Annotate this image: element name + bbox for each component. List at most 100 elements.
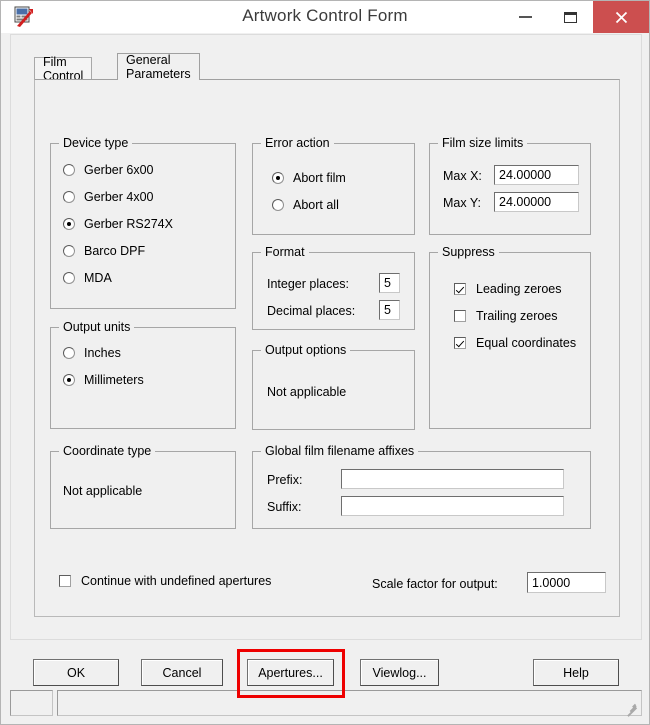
decimal-places-input[interactable]: 5 — [379, 300, 400, 320]
integer-places-label: Integer places: — [267, 277, 349, 291]
checkbox-trailing-zeroes-label: Trailing zeroes — [476, 309, 558, 323]
radio-gerber-6x00[interactable]: Gerber 6x00 — [63, 163, 153, 177]
max-y-input[interactable]: 24.00000 — [494, 192, 579, 212]
film-size-limits-group: Film size limits Max X: 24.00000 Max Y: … — [429, 136, 591, 235]
radio-barco-dpf[interactable]: Barco DPF — [63, 244, 145, 258]
radio-mda-label: MDA — [84, 271, 112, 285]
checkbox-equal-coordinates-label: Equal coordinates — [476, 336, 577, 350]
radio-gerber-rs274x[interactable]: Gerber RS274X — [63, 217, 173, 231]
cancel-button-label: Cancel — [162, 665, 202, 680]
coordinate-type-group: Coordinate type Not applicable — [50, 444, 236, 529]
maximize-button[interactable] — [548, 1, 593, 33]
output-options-value: Not applicable — [267, 385, 347, 399]
radio-gerber-4x00-indicator — [63, 191, 75, 203]
radio-millimeters-label: Millimeters — [84, 373, 144, 387]
checkbox-continue-undefined-apertures-indicator — [59, 575, 71, 587]
tab-general-parameters[interactable]: General Parameters — [117, 53, 200, 81]
resize-grip-icon[interactable] — [625, 700, 639, 717]
radio-inches-label: Inches — [84, 346, 121, 360]
prefix-input[interactable] — [341, 469, 564, 489]
radio-barco-dpf-label: Barco DPF — [84, 244, 146, 258]
tab-general-parameters-label: General Parameters — [126, 53, 191, 81]
device-type-title: Device type — [59, 136, 133, 150]
max-y-label: Max Y: — [443, 196, 481, 210]
artwork-control-form-window: Artwork Control Form Film Control Genera… — [0, 0, 650, 725]
format-group: Format Integer places: 5 Decimal places:… — [252, 245, 415, 330]
integer-places-input[interactable]: 5 — [379, 273, 400, 293]
dialog-client-area: Film Control General Parameters Device t… — [10, 34, 642, 640]
ok-button-label: OK — [66, 665, 86, 680]
radio-millimeters[interactable]: Millimeters — [63, 373, 144, 387]
radio-mda-indicator — [63, 272, 75, 284]
apertures-button[interactable]: Apertures... — [247, 659, 334, 686]
max-x-input[interactable]: 24.00000 — [494, 165, 579, 185]
radio-barco-dpf-indicator — [63, 245, 75, 257]
film-filename-affixes-title: Global film filename affixes — [261, 444, 419, 458]
maximize-icon — [564, 11, 577, 23]
radio-gerber-6x00-indicator — [63, 164, 75, 176]
status-pane-2 — [57, 690, 642, 716]
decimal-places-label: Decimal places: — [267, 304, 356, 318]
checkbox-continue-undefined-apertures[interactable]: Continue with undefined apertures — [59, 574, 271, 588]
general-parameters-page: Device type Gerber 6x00 Gerber 4x00 Gerb… — [34, 79, 620, 617]
film-size-limits-title: Film size limits — [438, 136, 528, 150]
scale-factor-label: Scale factor for output: — [372, 577, 498, 591]
radio-gerber-rs274x-indicator — [63, 218, 75, 230]
coordinate-type-title: Coordinate type — [59, 444, 156, 458]
output-options-group: Output options Not applicable — [252, 343, 415, 430]
checkbox-leading-zeroes-label: Leading zeroes — [476, 282, 562, 296]
viewlog-button[interactable]: Viewlog... — [360, 659, 439, 686]
output-units-title: Output units — [59, 320, 135, 334]
radio-abort-all-label: Abort all — [293, 198, 339, 212]
radio-millimeters-indicator — [63, 374, 75, 386]
status-pane-1 — [10, 690, 53, 716]
radio-gerber-6x00-label: Gerber 6x00 — [84, 163, 154, 177]
radio-abort-film-indicator — [272, 172, 284, 184]
tab-film-control[interactable]: Film Control — [34, 55, 93, 83]
radio-abort-all-indicator — [272, 199, 284, 211]
radio-gerber-4x00[interactable]: Gerber 4x00 — [63, 190, 153, 204]
help-button[interactable]: Help — [533, 659, 619, 686]
scale-factor-input[interactable]: 1.0000 — [527, 572, 606, 593]
error-action-title: Error action — [261, 136, 334, 150]
checkbox-equal-coordinates[interactable]: Equal coordinates — [454, 336, 576, 350]
output-options-title: Output options — [261, 343, 351, 357]
checkbox-leading-zeroes[interactable]: Leading zeroes — [454, 282, 561, 296]
error-action-group: Error action Abort film Abort all — [252, 136, 415, 235]
coordinate-type-value: Not applicable — [63, 484, 143, 498]
output-units-group: Output units Inches Millimeters — [50, 320, 236, 429]
checkbox-leading-zeroes-indicator — [454, 283, 466, 295]
film-filename-affixes-group: Global film filename affixes Prefix: Suf… — [252, 444, 591, 529]
ok-button[interactable]: OK — [33, 659, 119, 686]
status-bar — [10, 690, 642, 717]
format-title: Format — [261, 245, 309, 259]
checkbox-trailing-zeroes[interactable]: Trailing zeroes — [454, 309, 558, 323]
suffix-input[interactable] — [341, 496, 564, 516]
suppress-group: Suppress Leading zeroes Trailing zeroes … — [429, 245, 591, 429]
checkbox-equal-coordinates-indicator — [454, 337, 466, 349]
radio-gerber-4x00-label: Gerber 4x00 — [84, 190, 154, 204]
minimize-icon — [519, 16, 532, 18]
radio-mda[interactable]: MDA — [63, 271, 112, 285]
title-bar: Artwork Control Form — [1, 1, 649, 33]
radio-abort-film[interactable]: Abort film — [272, 171, 346, 185]
device-type-group: Device type Gerber 6x00 Gerber 4x00 Gerb… — [50, 136, 236, 309]
radio-inches[interactable]: Inches — [63, 346, 121, 360]
apertures-button-label: Apertures... — [258, 665, 323, 680]
radio-gerber-rs274x-label: Gerber RS274X — [84, 217, 173, 231]
radio-abort-all[interactable]: Abort all — [272, 198, 339, 212]
suffix-label: Suffix: — [267, 500, 302, 514]
viewlog-button-label: Viewlog... — [372, 665, 427, 680]
max-x-label: Max X: — [443, 169, 482, 183]
minimize-button[interactable] — [503, 1, 548, 33]
prefix-label: Prefix: — [267, 473, 303, 487]
radio-abort-film-label: Abort film — [293, 171, 346, 185]
radio-inches-indicator — [63, 347, 75, 359]
checkbox-continue-undefined-apertures-label: Continue with undefined apertures — [81, 574, 272, 588]
checkbox-trailing-zeroes-indicator — [454, 310, 466, 322]
suppress-title: Suppress — [438, 245, 499, 259]
close-button[interactable] — [593, 1, 649, 33]
help-button-label: Help — [563, 665, 589, 680]
cancel-button[interactable]: Cancel — [141, 659, 223, 686]
close-icon — [615, 11, 627, 23]
